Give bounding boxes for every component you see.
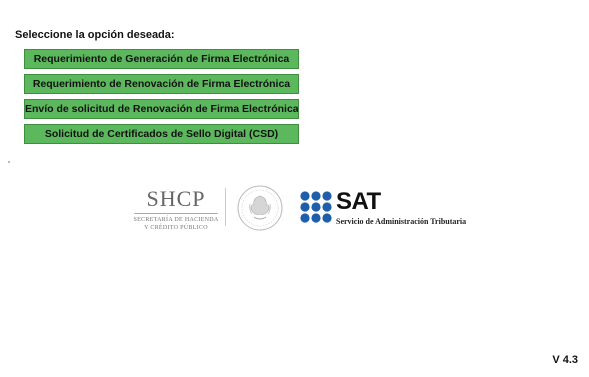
page-prompt: Seleccione la opción deseada: [15, 29, 175, 41]
sat-logo-title: SAT [336, 188, 381, 215]
mexican-coat-of-arms-icon [237, 185, 283, 231]
option-generacion-firma-button[interactable]: Requerimiento de Generación de Firma Ele… [24, 49, 299, 69]
option-renovacion-firma-button[interactable]: Requerimiento de Renovación de Firma Ele… [24, 74, 299, 94]
shcp-logo-title: SHCP [146, 186, 206, 211]
shcp-logo-line1: SECRETARÍA DE HACIENDA [133, 217, 219, 223]
option-certificados-csd-button[interactable]: Solicitud de Certificados de Sello Digit… [24, 124, 299, 144]
shcp-logo-rule [134, 213, 218, 214]
sat-dots-icon [300, 191, 332, 223]
option-list: Requerimiento de Generación de Firma Ele… [24, 49, 299, 149]
option-envio-renovacion-button[interactable]: Envío de solicitud de Renovación de Firm… [24, 99, 299, 119]
shcp-logo: SHCP SECRETARÍA DE HACIENDA Y CRÉDITO PÚ… [132, 186, 220, 232]
sat-logo-subtitle: Servicio de Administración Tributaria [336, 217, 467, 226]
stray-dot [8, 161, 10, 163]
logo-divider [225, 188, 226, 226]
shcp-logo-line2: Y CRÉDITO PÚBLICO [144, 225, 208, 231]
version-label: V 4.3 [552, 354, 578, 366]
